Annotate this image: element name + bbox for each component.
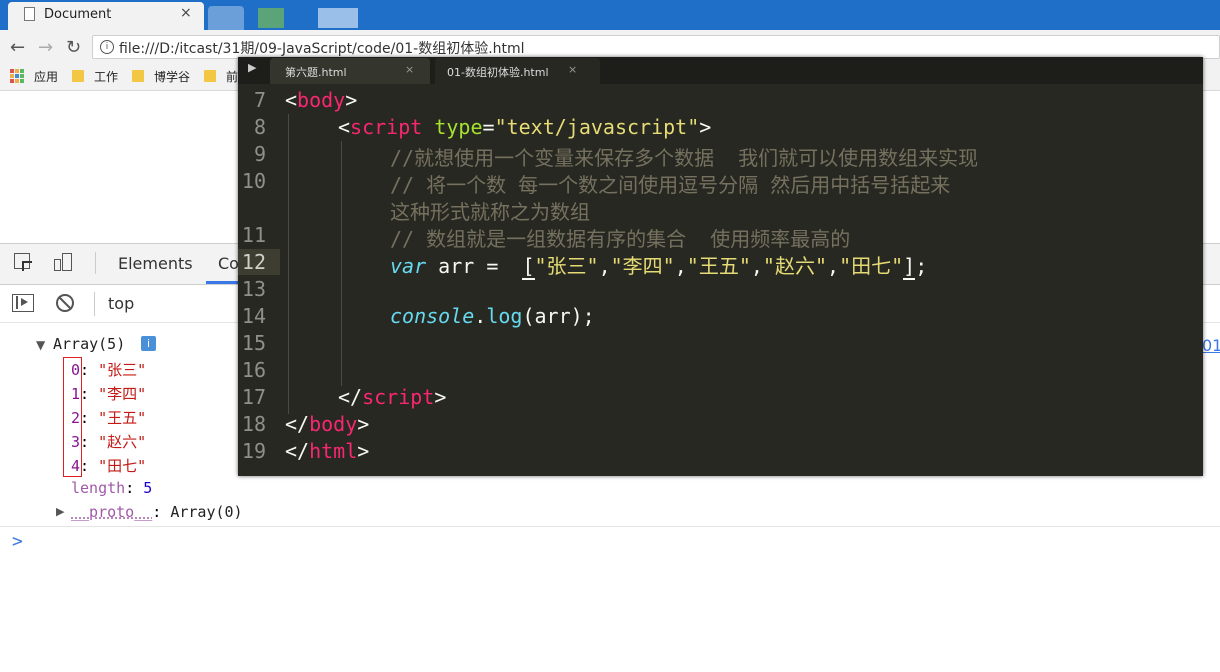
show-sidebar-icon[interactable] — [12, 294, 34, 312]
code-line[interactable]: </body> — [285, 412, 369, 436]
code-line[interactable]: </html> — [285, 439, 369, 463]
folder-icon — [204, 70, 216, 82]
editor-tab-label: 第六题.html — [285, 66, 347, 79]
line-number: 19 — [241, 439, 266, 463]
index-highlight-box — [63, 357, 82, 477]
code-comment[interactable]: //就想使用一个变量来保存多个数据 我们就可以使用数组来实现 — [390, 142, 978, 171]
desktop-background-fragment — [258, 8, 284, 28]
code-line[interactable]: console.log(arr); — [390, 304, 595, 328]
editor-tab-label: 01-数组初体验.html — [447, 66, 549, 79]
desktop-background-fragment — [318, 8, 358, 28]
folder-icon — [72, 70, 84, 82]
array-length: length: 5 — [71, 479, 153, 497]
tab-elements[interactable]: Elements — [118, 254, 193, 273]
line-number: 8 — [253, 115, 266, 139]
array-entry: 4: "田七" — [71, 457, 147, 475]
document-icon — [24, 7, 35, 21]
device-toolbar-icon[interactable] — [54, 253, 74, 273]
code-line-current[interactable]: var arr = ["张三","李四","王五","赵六","田七"]; — [390, 250, 927, 280]
close-tab-icon[interactable]: × — [568, 63, 577, 76]
source-link[interactable]: 01-数组初体 — [1202, 332, 1220, 356]
code-line[interactable]: </script> — [338, 385, 446, 409]
tab-console[interactable]: Co — [218, 254, 239, 273]
bookmark-frontend[interactable]: 前 — [226, 68, 238, 85]
apps-grid-icon[interactable] — [10, 69, 24, 83]
bookmark-work[interactable]: 工作 — [94, 68, 118, 85]
tab-scroll-arrow-icon[interactable]: ▶ — [248, 61, 256, 74]
info-icon[interactable]: i — [100, 40, 114, 54]
array-entry: 2: "王五" — [71, 409, 147, 427]
line-number: 17 — [241, 385, 266, 409]
line-number: 7 — [253, 88, 266, 112]
code-line[interactable]: <script type="text/javascript"> — [338, 115, 711, 139]
line-number: 9 — [253, 142, 266, 166]
line-number: 14 — [241, 304, 266, 328]
array-entry: 3: "赵六" — [71, 433, 147, 451]
bookmark-boxuegu[interactable]: 博学谷 — [154, 68, 190, 85]
line-number: 12 — [241, 250, 266, 274]
divider — [0, 526, 1220, 527]
array-summary[interactable]: Array(5) — [53, 335, 125, 353]
folder-icon — [132, 70, 144, 82]
context-selector[interactable]: top — [108, 294, 134, 313]
code-comment[interactable]: 这种形式就称之为数组 — [390, 196, 590, 225]
array-proto[interactable]: __proto__: Array(0) — [71, 503, 243, 521]
line-number: 18 — [241, 412, 266, 436]
line-number: 15 — [241, 331, 266, 355]
new-tab-button[interactable] — [208, 6, 244, 30]
divider — [94, 292, 95, 316]
line-number: 16 — [241, 358, 266, 382]
code-comment[interactable]: // 数组就是一组数据有序的集合 使用频率最高的 — [390, 223, 850, 252]
reload-icon[interactable]: ↻ — [66, 37, 81, 58]
array-entry: 0: "张三" — [71, 361, 147, 379]
code-comment[interactable]: // 将一个数 每一个数之间使用逗号分隔 然后用中括号括起来 — [390, 169, 950, 198]
line-number: 11 — [241, 223, 266, 247]
bookmark-apps[interactable]: 应用 — [34, 68, 58, 85]
close-tab-icon[interactable]: × — [405, 63, 414, 76]
url-text[interactable]: file:///D:/itcast/31期/09-JavaScript/code… — [119, 38, 525, 58]
close-tab-icon[interactable]: × — [180, 5, 192, 21]
array-entry: 1: "李四" — [71, 385, 147, 403]
code-line[interactable]: <body> — [285, 88, 357, 112]
indent-guide — [288, 114, 289, 414]
indent-guide — [341, 141, 342, 386]
console-prompt-icon[interactable]: > — [12, 531, 23, 552]
line-number: 13 — [241, 277, 266, 301]
line-number: 10 — [241, 169, 266, 193]
browser-tab-title: Document — [44, 7, 112, 22]
info-badge-icon[interactable]: i — [141, 336, 156, 351]
divider — [95, 252, 96, 274]
clear-console-icon[interactable] — [56, 294, 74, 312]
back-arrow-icon[interactable]: ← — [10, 37, 25, 58]
forward-arrow-icon[interactable]: → — [38, 37, 53, 58]
expand-caret-icon[interactable]: ▼ — [36, 338, 45, 352]
expand-caret-icon[interactable]: ▶ — [56, 505, 64, 518]
inspect-element-icon[interactable] — [14, 253, 30, 269]
